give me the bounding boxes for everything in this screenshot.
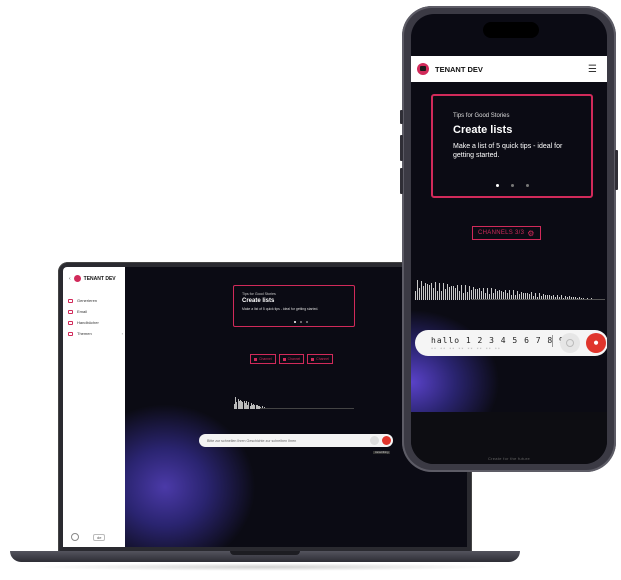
bottom-text: Create for the future: [487, 456, 531, 461]
prompt-input-subtext: ** ** ** ** ** ** ** **: [431, 347, 501, 351]
carousel-dots: [294, 321, 308, 323]
sidebar: ‹ TENANT DEV Generieren Email Handbücher…: [63, 267, 125, 547]
channel-chip-label: Channel: [287, 357, 301, 361]
carousel-dot[interactable]: [306, 321, 308, 323]
channel-chip-label: Channel: [259, 357, 272, 361]
carousel-dot[interactable]: [496, 184, 499, 187]
language-select[interactable]: de: [93, 533, 106, 541]
audio-waveform: [415, 278, 605, 300]
carousel-dot[interactable]: [511, 184, 514, 187]
sidebar-footer: de: [71, 533, 106, 541]
card-text: Make a list of 5 quick tips - ideal for …: [453, 143, 563, 159]
carousel-dot[interactable]: [294, 321, 296, 323]
laptop-shadow: [30, 563, 500, 571]
channel-chip[interactable]: Channel: [307, 354, 333, 364]
card-kicker: Tips for Good Stories: [242, 292, 276, 296]
waveform-baseline: [260, 408, 354, 409]
channel-chip[interactable]: Channel: [250, 354, 276, 364]
channels-label: CHANNELS 3/3: [478, 230, 525, 236]
book-icon: [68, 320, 73, 325]
carousel-dots: [496, 184, 529, 187]
compose-icon: [68, 298, 73, 303]
phone-screen: TENANT DEV ☰ Tips for Good Stories Creat…: [411, 14, 607, 464]
email-icon: [68, 309, 73, 314]
card-title: Create lists: [242, 298, 275, 304]
tip-card[interactable]: Tips for Good Stories Create lists Make …: [431, 94, 593, 198]
chevron-left-icon[interactable]: ‹: [69, 276, 71, 282]
channel-chip-label: Channel: [316, 357, 329, 361]
channel-icon: [311, 357, 315, 361]
logo-icon[interactable]: [417, 63, 429, 75]
channel-chip[interactable]: Channel: [278, 354, 305, 364]
prompt-input[interactable]: Bitte zur schnellen Ihren Geschichte zur…: [199, 434, 393, 447]
phone-button: [400, 135, 403, 161]
gear-icon: ⚙: [527, 228, 535, 238]
dynamic-island: [483, 22, 539, 38]
brand-name: TENANT DEV: [435, 64, 483, 74]
tip-card[interactable]: Tips for Good Stories Create lists Make …: [233, 285, 355, 327]
carousel-dot[interactable]: [526, 184, 529, 187]
brand-name: TENANT DEV: [83, 275, 116, 282]
sidebar-item-label: Themen: [77, 331, 92, 336]
chevron-right-icon: ›: [121, 331, 123, 336]
sidebar-item-label: Handbücher: [77, 320, 99, 325]
hamburger-icon[interactable]: ☰: [588, 64, 597, 75]
sidebar-item-generieren[interactable]: Generieren: [68, 295, 123, 306]
sidebar-item-handbuecher[interactable]: Handbücher: [68, 317, 123, 328]
prompt-input[interactable]: hallo 1 2 3 4 5 6 7 8 9 ** ** ** ** ** *…: [415, 330, 607, 356]
sidebar-item-label: Generieren: [77, 298, 98, 303]
sidebar-item-label: Email: [77, 309, 88, 314]
logo-icon: [73, 275, 81, 282]
phone-button: [400, 168, 403, 194]
sidebar-item-themen[interactable]: Themen ›: [68, 328, 123, 339]
prompt-input-placeholder: Bitte zur schnellen Ihren Geschichte zur…: [207, 438, 297, 443]
channel-chips: Channel Channel Channel: [250, 354, 333, 364]
audio-waveform: [234, 395, 354, 409]
card-kicker: Tips for Good Stories: [453, 113, 510, 119]
carousel-dot[interactable]: [300, 321, 302, 323]
stop-button[interactable]: [370, 436, 379, 445]
phone-button: [400, 110, 403, 124]
stop-button[interactable]: [560, 333, 580, 353]
sidebar-nav: Generieren Email Handbücher Themen ›: [68, 295, 123, 339]
card-text: Make a list of 5 quick tips - ideal for …: [242, 307, 319, 311]
topic-icon: [68, 331, 73, 336]
text-cursor: [552, 335, 553, 347]
sidebar-brand[interactable]: ‹ TENANT DEV: [69, 275, 116, 282]
sidebar-item-email[interactable]: Email: [68, 306, 123, 317]
phone-button: [615, 150, 618, 190]
laptop-notch: [230, 551, 300, 555]
channel-icon: [282, 357, 286, 361]
channel-icon: [254, 357, 257, 361]
avatar[interactable]: [71, 533, 79, 541]
mic-button[interactable]: ⚫: [586, 333, 606, 353]
card-title: Create lists: [453, 124, 513, 136]
mic-button[interactable]: [382, 436, 391, 445]
waveform-baseline: [471, 299, 605, 300]
channels-button[interactable]: CHANNELS 3/3 ⚙: [472, 226, 541, 240]
status-tag: transcribing: [373, 451, 391, 454]
main-area: Tips for Good Stories Create lists Make …: [411, 82, 607, 412]
app-header: TENANT DEV ☰: [411, 56, 607, 82]
prompt-input-value: hallo 1 2 3 4 5 6 7 8 9: [431, 336, 565, 345]
